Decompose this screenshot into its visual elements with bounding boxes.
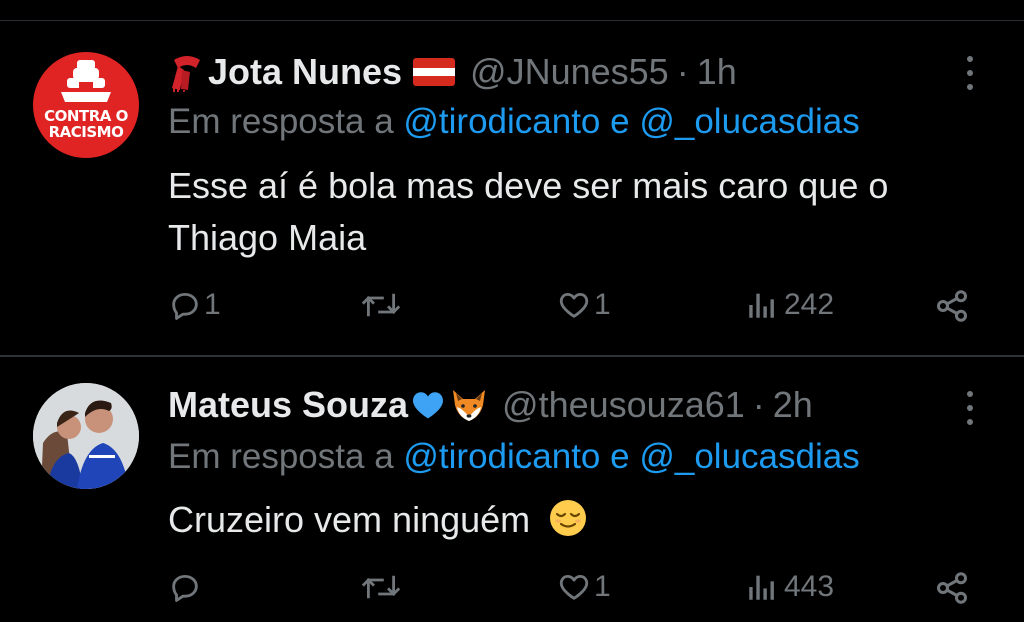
- tweet-header: Mateus Souza @theusouza61 · 2h: [168, 383, 813, 427]
- photo-couple-avatar: [33, 383, 139, 489]
- avatar-text-line1: CONTRA O: [44, 107, 128, 125]
- views-count: 443: [784, 570, 835, 603]
- blue-heart-emoji-icon: [413, 392, 444, 419]
- like-count: 1: [594, 288, 611, 321]
- reply-context: Em resposta a @tirodicanto e @_olucasdia…: [168, 437, 860, 477]
- avatar-text-line2: RACISMO: [48, 123, 124, 141]
- tweet-header: Jota Nunes @JNunes55 · 1h: [168, 50, 737, 94]
- reply-prefix: Em resposta a: [168, 102, 394, 141]
- retweet-icon: [361, 293, 401, 317]
- flag-emoji-icon: [413, 58, 456, 86]
- views-button[interactable]: 242: [744, 288, 834, 322]
- timestamp[interactable]: 2h: [773, 384, 813, 426]
- more-options-icon[interactable]: [962, 391, 978, 427]
- tweet-text: Cruzeiro vem ninguém: [168, 494, 998, 546]
- mention-link[interactable]: @tirodicanto: [403, 102, 600, 141]
- reply-button[interactable]: 1: [168, 288, 221, 322]
- tweet-2[interactable]: Mateus Souza @theusouza61 · 2h Em respos…: [0, 357, 1024, 622]
- more-options-icon[interactable]: [962, 56, 978, 92]
- tweet-text-content: Cruzeiro vem ninguém: [168, 499, 531, 540]
- like-button[interactable]: 1: [556, 288, 611, 322]
- retweet-button[interactable]: [360, 570, 402, 604]
- scarf-emoji-icon: [172, 56, 200, 92]
- share-icon: [937, 290, 967, 322]
- views-button[interactable]: 443: [744, 570, 834, 604]
- mention-link[interactable]: @_olucasdias: [639, 102, 859, 141]
- reply-count: 1: [204, 288, 221, 321]
- top-divider: [0, 20, 1024, 21]
- display-name[interactable]: Jota Nunes: [208, 51, 402, 93]
- views-count: 242: [784, 288, 835, 321]
- like-count: 1: [594, 570, 611, 603]
- reply-button[interactable]: [168, 570, 202, 604]
- mention-link[interactable]: @tirodicanto: [403, 437, 600, 476]
- reply-prefix: Em resposta a: [168, 437, 394, 476]
- fist-icon: [61, 60, 111, 102]
- relieved-face-emoji-icon: [550, 500, 587, 536]
- user-handle[interactable]: @theusouza61: [502, 384, 745, 426]
- tweet-text: Esse aí é bola mas deve ser mais caro qu…: [168, 165, 889, 258]
- mention-link[interactable]: @_olucasdias: [639, 437, 859, 476]
- share-button[interactable]: [934, 570, 970, 606]
- fox-emoji-icon: [453, 390, 486, 421]
- reply-joiner: e: [610, 437, 630, 476]
- reply-joiner: e: [610, 102, 630, 141]
- reply-icon: [172, 292, 198, 320]
- heart-icon: [559, 292, 589, 318]
- retweet-button[interactable]: [360, 288, 402, 322]
- user-handle[interactable]: @JNunes55: [470, 51, 669, 93]
- heart-icon: [559, 574, 589, 600]
- dot-separator: ·: [752, 384, 765, 425]
- display-name[interactable]: Mateus Souza: [168, 384, 408, 426]
- tweet-1[interactable]: CONTRA O RACISMO Jota Nunes @JNunes55 · …: [0, 22, 1024, 356]
- avatar-mateus-souza[interactable]: [33, 383, 139, 489]
- retweet-icon: [361, 575, 401, 599]
- like-button[interactable]: 1: [556, 570, 611, 604]
- reply-icon: [172, 574, 198, 602]
- reply-context: Em resposta a @tirodicanto e @_olucasdia…: [168, 102, 860, 142]
- share-icon: [937, 572, 967, 604]
- timestamp[interactable]: 1h: [697, 51, 737, 93]
- views-chart-icon: [749, 575, 774, 600]
- share-button[interactable]: [934, 288, 970, 324]
- dot-separator: ·: [676, 51, 689, 92]
- avatar-jota-nunes[interactable]: CONTRA O RACISMO: [33, 52, 139, 158]
- views-chart-icon: [749, 293, 774, 318]
